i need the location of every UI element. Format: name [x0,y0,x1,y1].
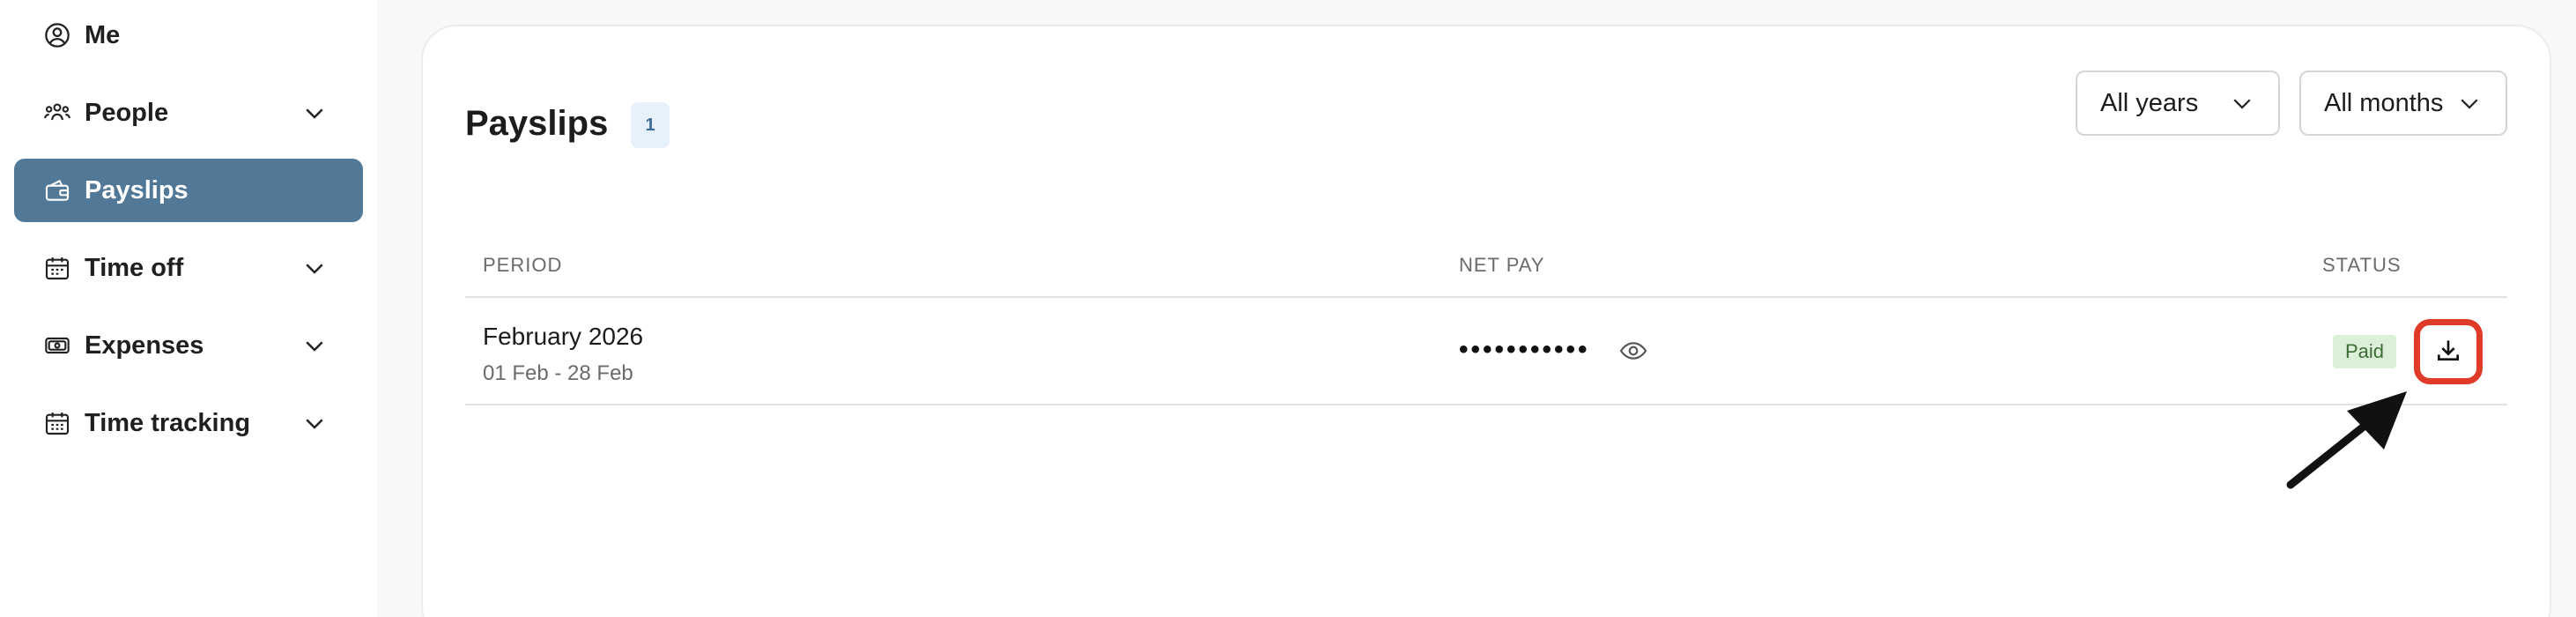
chevron-down-icon[interactable] [300,408,329,438]
download-icon [2434,336,2462,368]
sidebar-item-time-off[interactable]: Time off [14,236,363,300]
net-pay-masked: ••••••••••• [1459,335,1590,364]
chevron-down-icon[interactable] [300,253,329,283]
user-circle-icon [42,20,72,50]
wallet-icon [42,175,72,205]
years-filter-value: All years [2100,88,2199,117]
period-range: 01 Feb - 28 Feb [483,361,633,385]
calendar-icon [42,253,72,283]
money-icon [42,331,72,361]
chevron-down-icon [2229,90,2255,116]
chevron-down-icon[interactable] [300,98,329,128]
column-header-status: STATUS [2322,254,2402,276]
months-filter-select[interactable]: All months [2299,71,2507,136]
sidebar-item-expenses[interactable]: Expenses [14,314,363,377]
sidebar: Me People Payslips Time off Expenses Tim… [0,0,377,617]
calendar-clock-icon [42,408,72,438]
chevron-down-icon[interactable] [300,331,329,361]
sidebar-item-people[interactable]: People [14,81,363,145]
sidebar-item-label: Time tracking [85,408,251,437]
sidebar-item-label: Expenses [85,331,204,360]
column-header-net-pay: NET PAY [1459,254,1545,276]
chevron-down-icon [2456,90,2483,116]
years-filter-select[interactable]: All years [2076,71,2280,136]
sidebar-item-me[interactable]: Me [14,4,363,67]
sidebar-item-label: Time off [85,253,184,282]
sidebar-item-time-tracking[interactable]: Time tracking [14,391,363,455]
sidebar-item-payslips[interactable]: Payslips [14,159,363,222]
status-badge: Paid [2333,335,2397,368]
people-icon [42,98,72,128]
page-title: Payslips [465,104,609,143]
column-header-period: PERIOD [483,254,563,276]
download-button[interactable] [2414,319,2483,384]
months-filter-value: All months [2324,88,2444,117]
period-title: February 2026 [483,323,644,350]
payslips-card: Payslips 1 All years All months PERIOD N… [421,25,2551,617]
count-badge: 1 [631,102,670,148]
eye-icon[interactable] [1619,337,1647,365]
table-row[interactable]: February 2026 01 Feb - 28 Feb ••••••••••… [465,298,2507,405]
sidebar-item-label: People [85,98,169,127]
sidebar-item-label: Me [85,20,121,49]
sidebar-item-label: Payslips [85,175,189,204]
